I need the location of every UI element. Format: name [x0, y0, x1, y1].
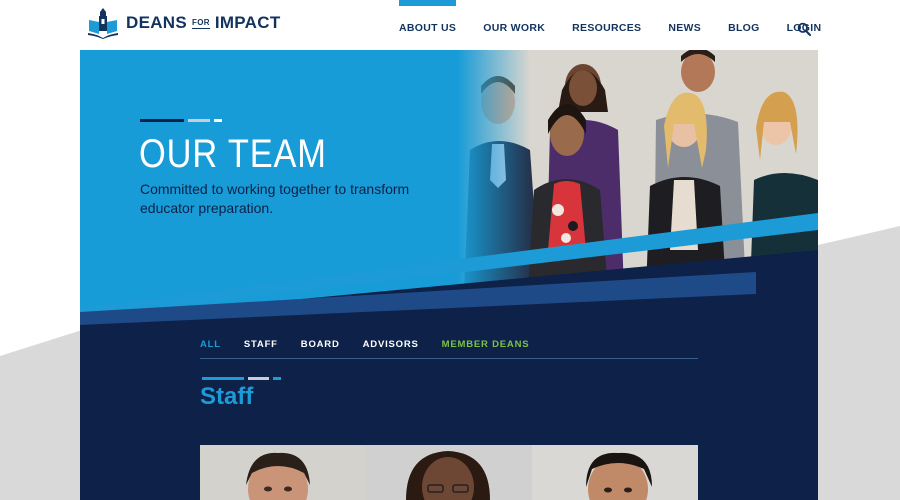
hero-section: OUR TEAM Committed to working together t…: [80, 50, 818, 500]
staff-photo: [532, 445, 698, 500]
filter-member-deans[interactable]: MEMBER DEANS: [442, 339, 530, 358]
logo-word-impact: IMPACT: [214, 13, 281, 32]
logo-word-deans: DEANS: [126, 13, 188, 32]
page-subtitle: Committed to working together to transfo…: [140, 181, 410, 216]
site-header: DEANS FOR IMPACT ABOUT US OUR WORK RESOU…: [0, 0, 900, 50]
nav-news[interactable]: NEWS: [657, 0, 712, 50]
nav-resources[interactable]: RESOURCES: [561, 0, 652, 50]
staff-card[interactable]: [200, 445, 366, 500]
filter-board[interactable]: BOARD: [301, 339, 340, 358]
page-title: OUR TEAM: [139, 132, 327, 176]
filter-advisors[interactable]: ADVISORS: [363, 339, 419, 358]
staff-card[interactable]: [366, 445, 532, 500]
nav-our-work[interactable]: OUR WORK: [472, 0, 556, 50]
title-accent-bars: [140, 119, 222, 122]
nav-blog[interactable]: BLOG: [717, 0, 771, 50]
staff-photo: [366, 445, 532, 500]
filter-staff[interactable]: STAFF: [244, 339, 278, 358]
staff-photo: [200, 445, 366, 500]
search-icon[interactable]: [797, 22, 811, 36]
site-logo[interactable]: DEANS FOR IMPACT: [88, 7, 281, 39]
team-filter-tabs: ALL STAFF BOARD ADVISORS MEMBER DEANS: [200, 339, 698, 359]
staff-card[interactable]: [532, 445, 698, 500]
school-book-icon: [88, 8, 118, 39]
section-accent-bars: [202, 377, 281, 380]
staff-card-grid: [200, 445, 698, 500]
main-nav: ABOUT US OUR WORK RESOURCES NEWS BLOG LO…: [388, 0, 832, 50]
filter-all[interactable]: ALL: [200, 339, 221, 358]
logo-wordmark: DEANS FOR IMPACT: [126, 13, 281, 33]
logo-word-for: FOR: [192, 17, 210, 29]
nav-about-us[interactable]: ABOUT US: [388, 0, 467, 50]
section-title-staff: Staff: [200, 383, 254, 410]
